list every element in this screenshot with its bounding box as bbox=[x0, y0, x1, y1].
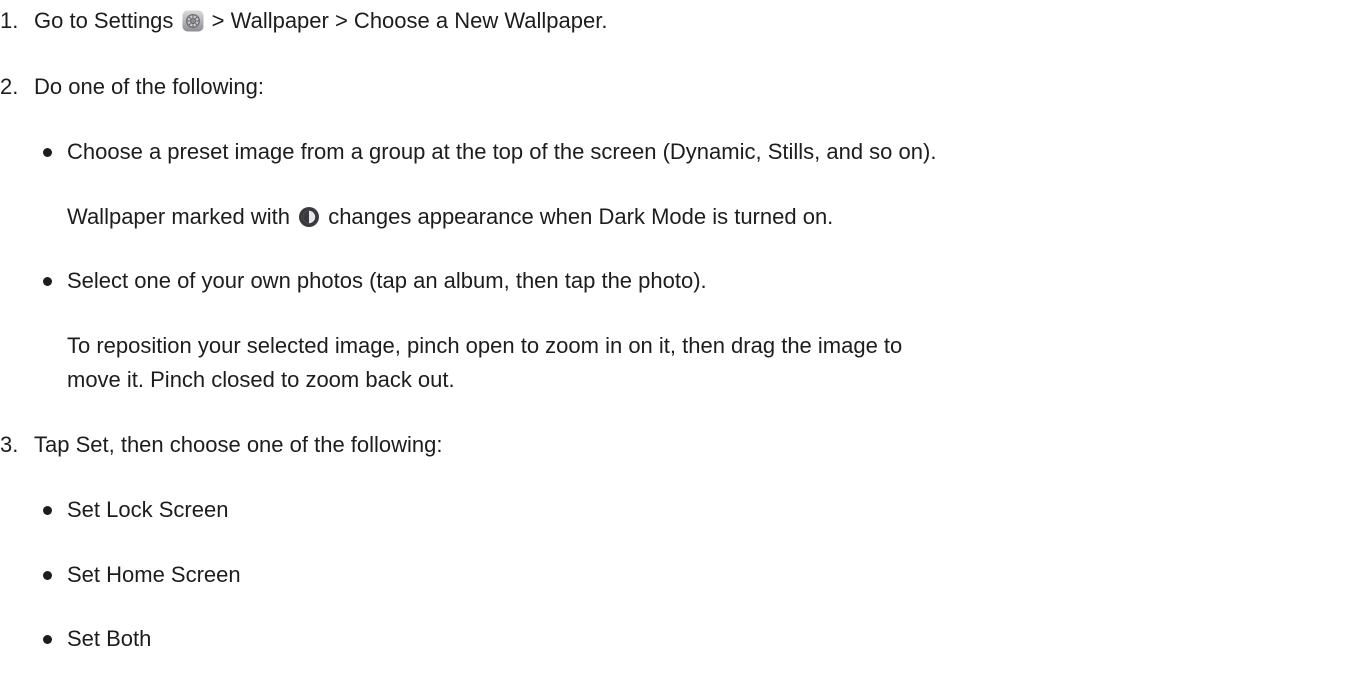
settings-icon bbox=[182, 10, 204, 40]
bullet-note-line-2: move it. Pinch closed to zoom back out. bbox=[67, 367, 455, 392]
step-number: 2. bbox=[0, 74, 19, 99]
bullet-note: To reposition your selected image, pinch… bbox=[0, 331, 1347, 395]
list-item: Set Lock Screen bbox=[0, 495, 1347, 525]
note-text-before-icon: Wallpaper marked with bbox=[67, 204, 290, 229]
bullet-dot bbox=[43, 148, 52, 157]
step-text: Tap Set, then choose one of the followin… bbox=[34, 432, 443, 457]
list-item: Set Home Screen bbox=[0, 560, 1347, 590]
bullet-dot bbox=[43, 571, 52, 580]
bullet-dot bbox=[43, 277, 52, 286]
step-3: 3. Tap Set, then choose one of the follo… bbox=[0, 430, 1347, 460]
step-1: 1. Go to Settings > Wallpaper > Choose a… bbox=[0, 6, 1347, 36]
dark-mode-icon bbox=[298, 206, 320, 236]
bullet-note-line-1: To reposition your selected image, pinch… bbox=[67, 333, 903, 358]
step-text: Do one of the following: bbox=[34, 74, 264, 99]
bullet-text: Set Lock Screen bbox=[67, 497, 229, 522]
bullet-dot bbox=[43, 635, 52, 644]
step-2: 2. Do one of the following: bbox=[0, 72, 1347, 102]
step-text-before-icon: Go to Settings bbox=[34, 8, 174, 33]
bullet-text: Select one of your own photos (tap an al… bbox=[67, 268, 707, 293]
bullet-text: Set Home Screen bbox=[67, 562, 241, 587]
step-text-after-icon: > Wallpaper > Choose a New Wallpaper. bbox=[211, 8, 608, 33]
bullet-dot bbox=[43, 506, 52, 515]
step-text: Go to Settings > Wallpaper > Choose a Ne… bbox=[34, 6, 607, 40]
bullet-text: Choose a preset image from a group at th… bbox=[67, 139, 937, 164]
bullet-text: Set Both bbox=[67, 626, 152, 651]
list-item: Choose a preset image from a group at th… bbox=[0, 137, 1347, 167]
list-item: Select one of your own photos (tap an al… bbox=[0, 266, 1347, 296]
list-item: Set Both bbox=[0, 624, 1347, 654]
note-text-after-icon: changes appearance when Dark Mode is tur… bbox=[328, 204, 834, 229]
bullet-note: Wallpaper marked with changes appearance… bbox=[0, 202, 1347, 232]
step-number: 3. bbox=[0, 432, 19, 457]
bullet-note-text: Wallpaper marked with changes appearance… bbox=[67, 202, 833, 236]
step-number: 1. bbox=[0, 8, 19, 33]
